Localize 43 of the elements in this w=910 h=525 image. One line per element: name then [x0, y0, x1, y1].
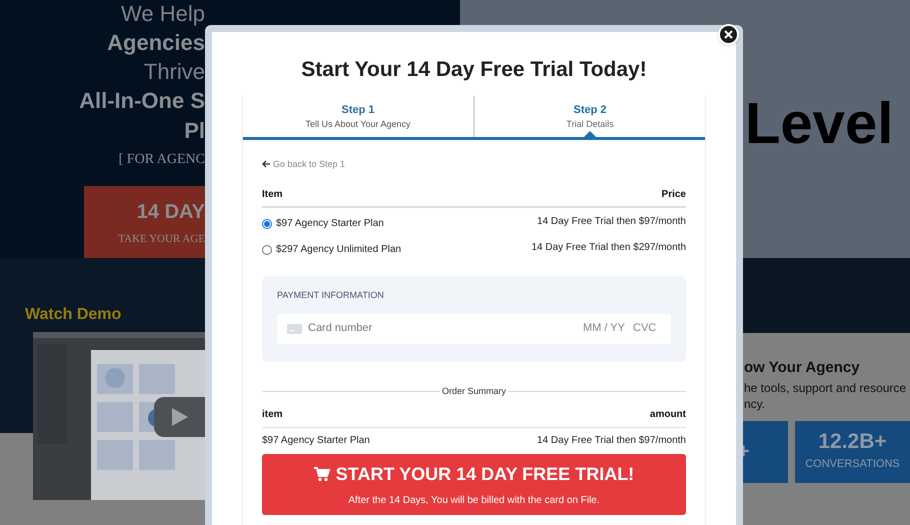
column-header: item: [262, 408, 283, 422]
hero-text: [ FOR AGENC: [118, 151, 205, 169]
back-link[interactable]: Go back to Step 1: [262, 158, 686, 171]
arrow-left-icon: [262, 160, 271, 168]
step-tab[interactable]: Step 2 Trial Details: [475, 96, 705, 136]
hero-text: All-In-One S: [79, 87, 205, 115]
watch-demo-heading: Watch Demo: [25, 305, 122, 325]
order-amount: 14 Day Free Trial then $97/month: [537, 434, 686, 448]
plan-price: 14 Day Free Trial then $297/month: [531, 241, 686, 255]
column-header: Price: [662, 188, 686, 202]
order-item: $97 Agency Starter Plan: [262, 434, 370, 448]
hero-text: Agencies: [107, 29, 205, 57]
plan-price: 14 Day Free Trial then $97/month: [537, 215, 686, 229]
hero-text: We Help: [121, 0, 205, 28]
section-text: he tools, support and resource: [744, 380, 908, 396]
column-header: amount: [650, 408, 686, 422]
radio-button[interactable]: [262, 244, 272, 254]
order-summary-heading: Order Summary: [442, 384, 506, 398]
headline-text: Level: [745, 95, 894, 153]
radio-button[interactable]: [262, 218, 272, 228]
plan-option[interactable]: $297 Agency Unlimited Plan: [262, 242, 402, 257]
start-trial-button[interactable]: START YOUR 14 DAY FREE TRIAL! After the 14 Days, You will be billed with the card on File.: [262, 454, 686, 515]
close-icon: [724, 30, 733, 39]
stat-card: 12.2B+ CONVERSATIONS: [795, 420, 910, 482]
play-button[interactable]: [154, 397, 205, 437]
card-number-field[interactable]: Card number: [308, 320, 577, 337]
card-field[interactable]: Card number MM / YY CVC: [277, 314, 671, 344]
section-text: ncy.: [744, 396, 766, 412]
expiry-field[interactable]: MM / YY: [583, 320, 627, 337]
hero-text: Thrive: [144, 58, 205, 86]
column-header: Item: [262, 188, 283, 202]
play-icon: [170, 407, 188, 427]
plan-option[interactable]: $97 Agency Starter Plan: [262, 216, 384, 231]
section-heading: ow Your Agency: [744, 358, 861, 378]
payment-heading: PAYMENT INFORMATION: [277, 289, 385, 302]
cart-icon: [314, 467, 330, 482]
hero-text: Pl: [184, 117, 205, 145]
modal-title: Start Your 14 Day Free Trial Today!: [301, 57, 647, 83]
card-icon: [287, 324, 302, 334]
trial-banner-button[interactable]: 14 DAY TAKE YOUR AGE: [84, 186, 205, 258]
cvc-field[interactable]: CVC: [633, 320, 661, 337]
step-tab[interactable]: Step 1 Tell Us About Your Agency: [243, 96, 475, 136]
close-button[interactable]: [718, 24, 739, 45]
